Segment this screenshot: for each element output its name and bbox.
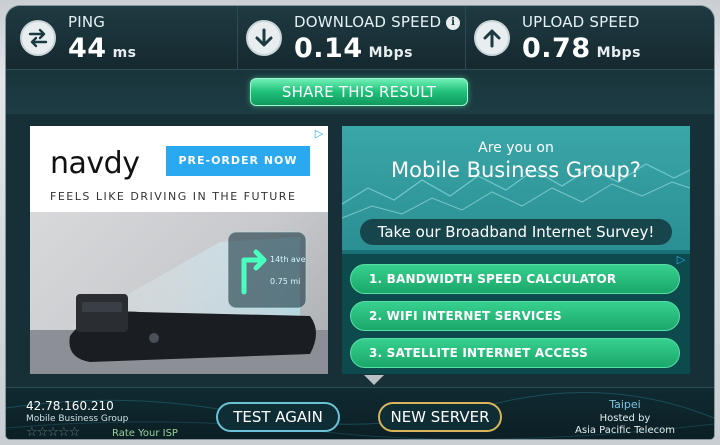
ad-links: ▷ 1. BANDWIDTH SPEED CALCULATOR 2. WIFI … bbox=[342, 254, 690, 374]
results-bar: PING 44 ms DOWNLOAD SPEED i 0.14 Mbps UPLO… bbox=[6, 6, 714, 70]
ping-stat: PING 44 ms bbox=[6, 6, 238, 70]
adchoices-icon[interactable]: ▷ bbox=[313, 128, 325, 140]
navdy-ad[interactable]: ▷ navdy PRE-ORDER NOW FEELS LIKE DRIVING… bbox=[30, 126, 328, 374]
download-value: 0.14 Mbps bbox=[294, 33, 413, 64]
survey-banner: Are you on Mobile Business Group? Take o… bbox=[342, 126, 690, 250]
upload-label: UPLOAD SPEED bbox=[522, 13, 640, 31]
hud-distance: 0.75 mi bbox=[270, 277, 300, 286]
are-you-on-text: Are you on bbox=[478, 140, 554, 156]
upload-arrow-icon bbox=[474, 20, 510, 56]
satellite-internet-link[interactable]: 3. SATELLITE INTERNET ACCESS bbox=[350, 338, 680, 368]
rating-stars[interactable]: ☆☆☆☆☆ bbox=[26, 425, 80, 439]
download-label: DOWNLOAD SPEED bbox=[294, 13, 442, 31]
adchoices-icon[interactable]: ▷ bbox=[675, 254, 687, 266]
bandwidth-calculator-link[interactable]: 1. BANDWIDTH SPEED CALCULATOR bbox=[350, 264, 680, 294]
rate-isp-link[interactable]: Rate Your ISP bbox=[112, 428, 178, 439]
hosted-by-label: Hosted by bbox=[599, 413, 651, 424]
share-result-button[interactable]: SHARE THIS RESULT bbox=[250, 78, 468, 106]
upload-value: 0.78 Mbps bbox=[522, 33, 641, 64]
bottom-bar: 42.78.160.210 Mobile Business Group ☆☆☆☆… bbox=[6, 387, 714, 439]
provider-question: Mobile Business Group? bbox=[391, 158, 641, 182]
download-arrow-icon bbox=[246, 20, 282, 56]
server-city: Taipei bbox=[609, 398, 641, 411]
ad-tagline: FEELS LIKE DRIVING IN THE FUTURE bbox=[50, 190, 297, 203]
wifi-internet-link[interactable]: 2. WIFI INTERNET SERVICES bbox=[350, 301, 680, 331]
new-server-button[interactable]: NEW SERVER bbox=[378, 402, 502, 432]
mbg-ad: Are you on Mobile Business Group? Take o… bbox=[342, 126, 690, 374]
host-name: Asia Pacific Telecom bbox=[575, 425, 675, 436]
share-strip: SHARE THIS RESULT bbox=[6, 70, 714, 114]
ping-label: PING bbox=[68, 13, 106, 31]
ping-arrows-icon bbox=[20, 20, 56, 56]
upload-unit: Mbps bbox=[596, 45, 641, 61]
ping-unit: ms bbox=[112, 45, 137, 61]
download-stat: DOWNLOAD SPEED i 0.14 Mbps bbox=[238, 6, 466, 70]
survey-button[interactable]: Take our Broadband Internet Survey! bbox=[360, 219, 672, 245]
hud-street: 14th ave bbox=[270, 255, 306, 264]
info-icon[interactable]: i bbox=[446, 16, 460, 30]
preorder-button[interactable]: PRE-ORDER NOW bbox=[166, 146, 310, 176]
navdy-logo: navdy bbox=[50, 146, 140, 181]
server-host: Hosted by Asia Pacific Telecom bbox=[550, 413, 700, 437]
ip-address: 42.78.160.210 bbox=[26, 399, 114, 413]
isp-name: Mobile Business Group bbox=[26, 414, 129, 424]
test-again-button[interactable]: TEST AGAIN bbox=[216, 402, 340, 432]
navdy-device-image: 14th ave 0.75 mi bbox=[30, 212, 328, 374]
upload-stat: UPLOAD SPEED 0.78 Mbps bbox=[466, 6, 714, 70]
download-unit: Mbps bbox=[368, 45, 413, 61]
ping-value: 44 ms bbox=[68, 33, 137, 64]
speedtest-frame: PING 44 ms DOWNLOAD SPEED i 0.14 Mbps UPLO… bbox=[6, 6, 714, 439]
panel-pointer bbox=[364, 375, 384, 385]
